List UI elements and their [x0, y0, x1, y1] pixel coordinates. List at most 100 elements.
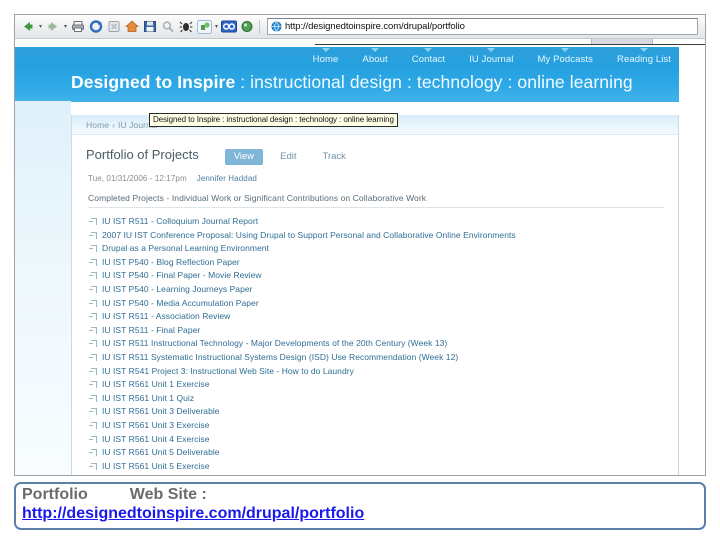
history-dropdown-icon[interactable]: ▾	[213, 19, 220, 35]
nav-arrow-icon	[321, 48, 330, 52]
home-icon[interactable]	[124, 19, 140, 35]
list-item[interactable]: IU IST R561 Unit 3 Exercise	[89, 419, 678, 433]
site-title-part3: : online learning	[502, 72, 633, 92]
list-item[interactable]: IU IST R561 Unit 1 Exercise	[89, 378, 678, 392]
list-item[interactable]: IU IST R511 Systematic Instructional Sys…	[89, 351, 678, 365]
list-bullet-icon	[89, 285, 97, 293]
nav-label: Contact	[411, 54, 446, 65]
list-item[interactable]: IU IST R511 - Association Review	[89, 310, 678, 324]
list-item[interactable]: IU IST P540 - Media Accumulation Paper	[89, 297, 678, 311]
list-bullet-icon	[89, 272, 97, 280]
project-link: 2007 IU IST Conference Proposal: Using D…	[102, 229, 516, 240]
list-item[interactable]: IU IST P540 - Blog Reflection Paper	[89, 256, 678, 270]
list-bullet-icon	[89, 408, 97, 416]
list-item[interactable]: Drupal as a Personal Learning Environmen…	[89, 242, 678, 256]
breadcrumb-home[interactable]: Home	[86, 120, 109, 130]
stop-icon[interactable]	[106, 19, 122, 35]
project-link: IU IST R561 Unit 4 Exercise	[102, 433, 210, 444]
list-item[interactable]: IU IST R561 Unit 5 Exercise	[89, 460, 678, 474]
list-item[interactable]: IU IST R561 Unit 1 Quiz	[89, 392, 678, 406]
list-bullet-icon	[89, 299, 97, 307]
list-item[interactable]: IU IST R561 Unit 4 Exercise	[89, 433, 678, 447]
list-bullet-icon	[89, 258, 97, 266]
project-link: IU IST R561 Unit 3 Exercise	[102, 419, 210, 430]
help-icon[interactable]	[239, 19, 255, 35]
breadcrumb-separator: ›	[112, 119, 116, 130]
project-link: IU IST R511 Instructional Technology - M…	[102, 338, 448, 349]
address-bar[interactable]: http://designedtoinspire.com/drupal/port…	[267, 18, 698, 35]
page-title: Portfolio of Projects	[86, 147, 199, 162]
bug-icon[interactable]	[178, 19, 194, 35]
list-bullet-icon	[89, 340, 97, 348]
caption-url-link[interactable]: http://designedtoinspire.com/drupal/port…	[22, 505, 364, 523]
project-link: IU IST P540 - Final Paper - Movie Review	[102, 270, 262, 281]
breadcrumb: Home › IU Journal	[86, 120, 158, 130]
browser-chrome-strip	[15, 39, 705, 47]
project-link: IU IST R561 Unit 5 Exercise	[102, 460, 210, 471]
content-frame: Home › IU Journal Portfolio of Projects Vi…	[71, 115, 679, 475]
refresh-icon[interactable]	[88, 19, 104, 35]
list-bullet-icon	[89, 218, 97, 225]
caption-label-2: Web Site :	[129, 486, 207, 503]
list-bullet-icon	[89, 231, 97, 239]
project-link: Drupal as a Personal Learning Environmen…	[102, 243, 269, 254]
project-link: IU IST P540 - Media Accumulation Paper	[102, 297, 259, 308]
nav-arrow-icon	[371, 48, 380, 52]
bookmarks-icon[interactable]	[221, 19, 237, 35]
project-link: IU IST R541 Project 3: Instructional Web…	[102, 365, 354, 376]
page-right-gutter	[679, 46, 705, 475]
list-bullet-icon	[89, 245, 97, 253]
site-header: Home About Contact IU Journal My Podcast…	[15, 47, 705, 127]
browser-toolbar: ▾ ▾ ▾ http://designedtoinspire.com/drupa…	[15, 15, 705, 39]
search-icon[interactable]	[160, 19, 176, 35]
nav-arrow-icon	[487, 48, 496, 52]
list-item[interactable]: IU IST R625 - Drupal CMS Academy Prototy…	[102, 473, 678, 475]
page-tabs: View Edit Track	[224, 149, 355, 165]
nav-label: My Podcasts	[537, 54, 593, 65]
list-item[interactable]: IU IST P540 - Learning Journeys Paper	[89, 283, 678, 297]
nav-label: About	[362, 54, 388, 65]
list-item[interactable]: IU IST R511 - Colloquium Journal Report	[89, 215, 678, 229]
list-bullet-icon	[89, 394, 97, 402]
project-link: IU IST R561 Unit 3 Deliverable	[102, 406, 220, 417]
list-bullet-icon	[89, 326, 97, 334]
project-list: IU IST R511 - Colloquium Journal Report …	[72, 215, 678, 475]
tab-view[interactable]: View	[224, 149, 264, 165]
tab-edit[interactable]: Edit	[271, 149, 305, 165]
nav-item-reading-list[interactable]: Reading List	[605, 48, 683, 65]
post-byline: Tue, 01/31/2006 - 12:17pm Jennifer Haddad	[72, 165, 678, 183]
project-link: IU IST R561 Unit 1 Quiz	[102, 392, 195, 403]
list-item[interactable]: IU IST R511 Instructional Technology - M…	[89, 337, 678, 351]
nav-item-about[interactable]: About	[350, 48, 399, 65]
byline-date: Tue, 01/31/2006 - 12:17pm	[88, 174, 187, 183]
forward-arrow-icon[interactable]	[45, 19, 61, 35]
list-item[interactable]: IU IST R561 Unit 5 Deliverable	[89, 446, 678, 460]
site-title-part1: : instructional design	[235, 72, 402, 92]
tab-track[interactable]: Track	[314, 149, 355, 165]
toolbar-separator	[259, 19, 260, 34]
history-icon[interactable]	[196, 19, 212, 35]
project-link: IU IST R561 Unit 5 Deliverable	[102, 447, 220, 458]
list-item[interactable]: 2007 IU IST Conference Proposal: Using D…	[89, 229, 678, 243]
save-icon[interactable]	[142, 19, 158, 35]
forward-dropdown-icon[interactable]: ▾	[62, 19, 69, 35]
project-link: IU IST P540 - Learning Journeys Paper	[102, 283, 253, 294]
nav-item-my-podcasts[interactable]: My Podcasts	[526, 48, 605, 65]
list-item[interactable]: IU IST R561 Unit 3 Deliverable	[89, 405, 678, 419]
back-dropdown-icon[interactable]: ▾	[37, 19, 44, 35]
back-arrow-icon[interactable]	[20, 19, 36, 35]
nav-item-contact[interactable]: Contact	[400, 48, 457, 65]
nav-item-iu-journal[interactable]: IU Journal	[457, 48, 525, 65]
nav-item-home[interactable]: Home	[301, 48, 351, 65]
print-icon[interactable]	[70, 19, 86, 35]
list-item[interactable]: IU IST R511 - Final Paper	[89, 324, 678, 338]
nav-label: IU Journal	[469, 54, 514, 65]
byline-author[interactable]: Jennifer Haddad	[187, 174, 257, 183]
list-item[interactable]: IU IST P540 - Final Paper - Movie Review	[89, 269, 678, 283]
list-bullet-icon	[89, 353, 97, 361]
list-item[interactable]: IU IST R541 Project 3: Instructional Web…	[89, 365, 678, 379]
site-title[interactable]: Designed to Inspire : instructional desi…	[71, 72, 633, 93]
page-head: Portfolio of Projects View Edit Track	[72, 135, 678, 165]
site-title-part2: : technology	[402, 72, 503, 92]
project-link: IU IST R511 - Colloquium Journal Report	[102, 216, 259, 226]
